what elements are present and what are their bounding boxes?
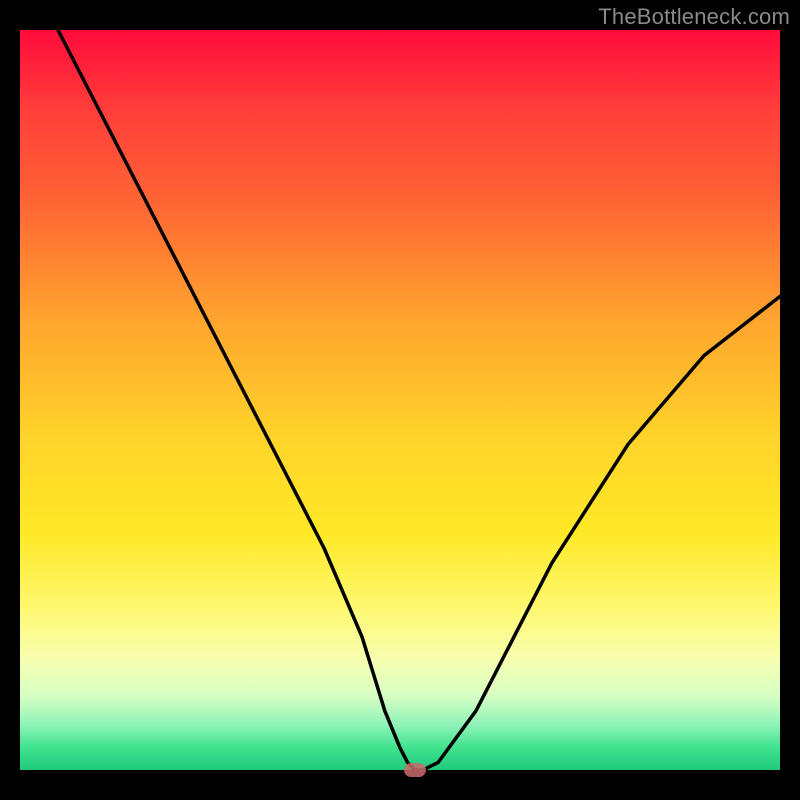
curve-path: [58, 30, 780, 770]
bottleneck-curve: [20, 30, 780, 770]
optimum-marker: [404, 763, 426, 777]
plot-area: [20, 30, 780, 770]
watermark-text: TheBottleneck.com: [598, 4, 790, 30]
chart-frame: TheBottleneck.com: [0, 0, 800, 800]
